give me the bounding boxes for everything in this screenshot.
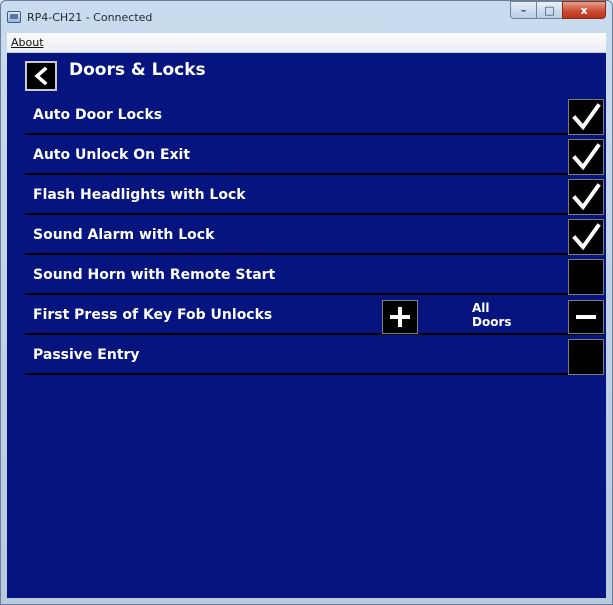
close-icon: x <box>580 3 588 17</box>
setting-row: Sound Alarm with Lock <box>25 217 604 255</box>
checkmark-icon <box>572 103 601 131</box>
setting-label: Sound Alarm with Lock <box>33 227 215 243</box>
setting-checkbox[interactable] <box>568 339 604 375</box>
app-window-icon[interactable] <box>7 11 21 23</box>
setting-label: Flash Headlights with Lock <box>33 187 246 203</box>
setting-label: Passive Entry <box>33 347 140 363</box>
setting-label: Auto Door Locks <box>33 107 163 123</box>
setting-label: Auto Unlock On Exit <box>33 147 191 163</box>
back-button[interactable] <box>25 61 57 91</box>
setting-label: Sound Horn with Remote Start <box>33 267 276 283</box>
decrement-button[interactable] <box>568 300 604 334</box>
maximize-icon: □ <box>544 3 555 17</box>
setting-row: Sound Horn with Remote Start <box>25 257 604 295</box>
setting-row: Auto Door Locks <box>25 97 604 135</box>
app-window: RP4-CH21 - Connected – □ x About Doors &… <box>0 0 613 605</box>
stepper-value: All Doors <box>472 301 512 329</box>
setting-row: Auto Unlock On Exit <box>25 137 604 175</box>
settings-panel: Doors & Locks Auto Door Locks Auto Unlock… <box>7 53 606 598</box>
setting-row: First Press of Key Fob Unlocks All Doors <box>25 297 604 335</box>
setting-row: Passive Entry <box>25 337 604 375</box>
setting-checkbox[interactable] <box>568 179 604 215</box>
plus-icon <box>390 307 410 327</box>
close-button[interactable]: x <box>562 1 606 19</box>
checkmark-icon <box>572 223 601 251</box>
setting-checkbox[interactable] <box>568 259 604 295</box>
setting-row: Flash Headlights with Lock <box>25 177 604 215</box>
menu-about[interactable]: About <box>11 36 44 49</box>
window-title: RP4-CH21 - Connected <box>27 11 153 24</box>
increment-button[interactable] <box>382 300 418 334</box>
menu-bar: About <box>7 33 606 53</box>
settings-list: Auto Door Locks Auto Unlock On Exit Flash … <box>25 97 604 377</box>
minimize-button[interactable]: – <box>510 1 536 19</box>
setting-checkbox[interactable] <box>568 99 604 135</box>
setting-checkbox[interactable] <box>568 139 604 175</box>
checkmark-icon <box>572 143 601 171</box>
page-header: Doors & Locks <box>7 53 606 95</box>
setting-label: First Press of Key Fob Unlocks <box>33 307 273 323</box>
minimize-icon: – <box>520 3 527 17</box>
title-bar[interactable]: RP4-CH21 - Connected – □ x <box>1 1 612 33</box>
checkmark-icon <box>572 183 601 211</box>
window-controls: – □ x <box>510 1 606 21</box>
setting-checkbox[interactable] <box>568 219 604 255</box>
chevron-left-icon <box>34 67 48 85</box>
page-title: Doors & Locks <box>69 60 206 80</box>
minus-icon <box>576 315 596 319</box>
maximize-button[interactable]: □ <box>536 1 562 19</box>
